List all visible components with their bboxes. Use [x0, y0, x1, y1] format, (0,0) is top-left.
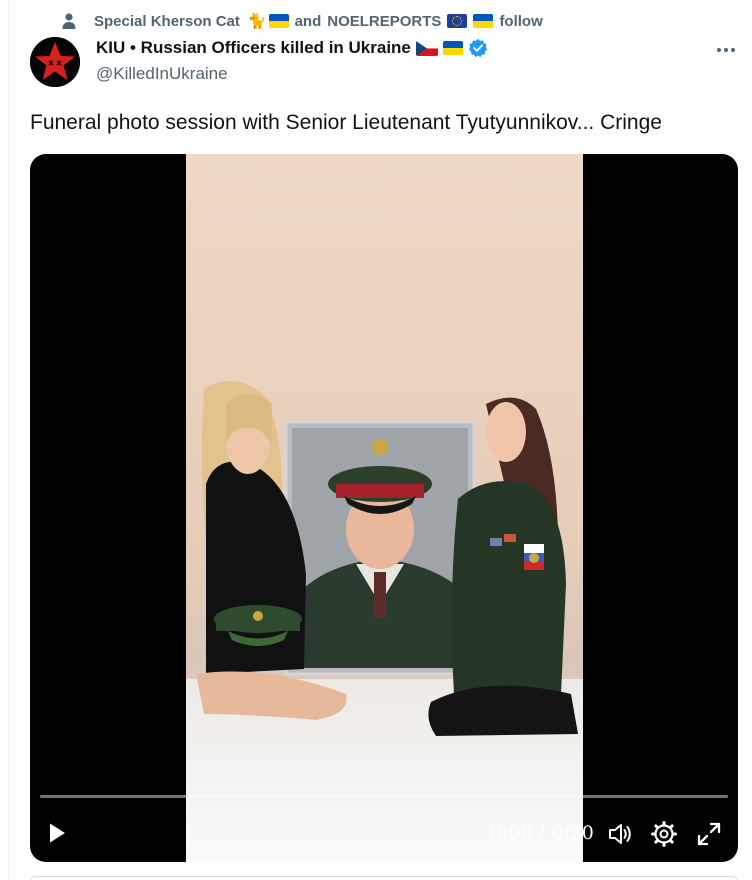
fullscreen-icon[interactable] — [696, 821, 722, 847]
video-time: 0:00 / 0:20 — [490, 822, 594, 844]
social-context[interactable]: Special Kherson Cat 🐈 and NOELREPORTS fo… — [60, 9, 543, 33]
volume-icon[interactable] — [607, 821, 633, 847]
video-frame — [186, 154, 583, 862]
author-name-text[interactable]: KIU • Russian Officers killed in Ukraine — [96, 38, 411, 58]
verified-icon — [468, 38, 487, 58]
social-context-connector: and — [294, 12, 322, 30]
social-context-user1[interactable]: Special Kherson Cat — [94, 13, 240, 30]
more-icon — [717, 48, 735, 52]
play-icon[interactable] — [44, 820, 70, 846]
person-icon — [62, 13, 76, 29]
ukraine-flag-icon — [268, 14, 289, 28]
next-card-edge — [30, 876, 738, 880]
more-options-button[interactable] — [712, 38, 740, 62]
cat-emoji-icon: 🐈 — [247, 13, 267, 30]
author-display-name[interactable]: KIU • Russian Officers killed in Ukraine — [96, 38, 488, 58]
tweet-text: Funeral photo session with Senior Lieute… — [30, 111, 662, 134]
author-handle[interactable]: @KilledInUkraine — [96, 64, 228, 84]
settings-icon[interactable] — [651, 821, 677, 847]
social-context-user2[interactable]: NOELREPORTS — [327, 13, 441, 30]
timeline-border — [0, 0, 9, 880]
eu-flag-icon — [447, 14, 468, 28]
ukraine-flag-icon — [442, 41, 463, 55]
ukraine-flag-icon — [473, 14, 494, 28]
czech-flag-icon — [415, 40, 438, 56]
social-context-suffix: follow — [499, 12, 543, 30]
red-star-logo — [30, 37, 80, 87]
avatar[interactable] — [30, 37, 80, 87]
video-progress-bar[interactable] — [40, 795, 728, 798]
video-player[interactable]: 0:00 / 0:20 — [30, 154, 738, 862]
